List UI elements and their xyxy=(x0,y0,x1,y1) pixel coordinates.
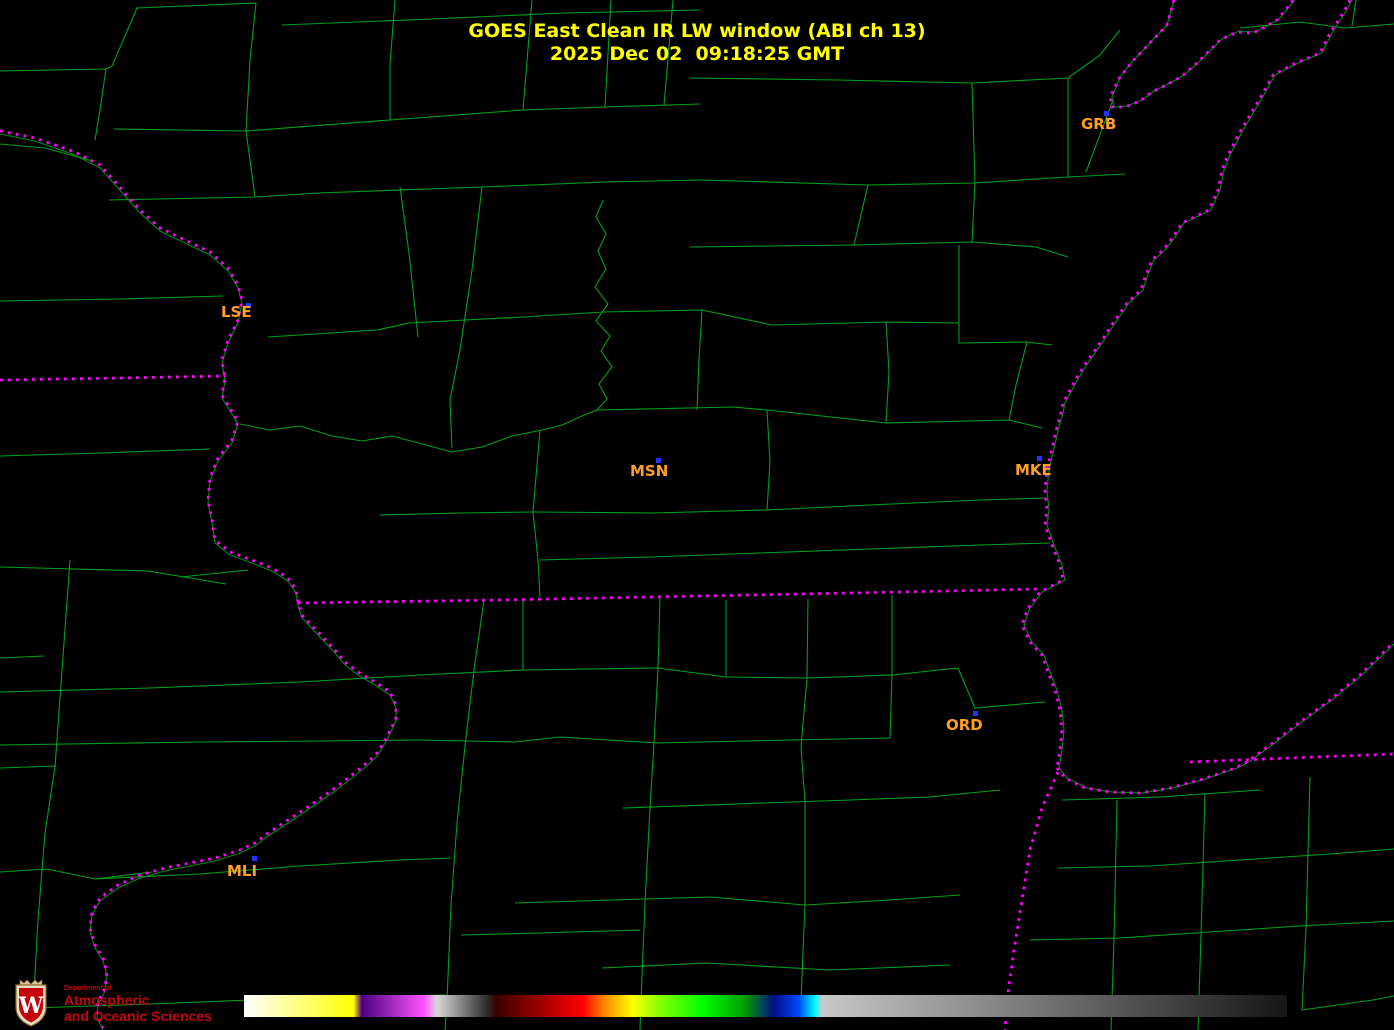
county-boundary-path xyxy=(135,2,257,9)
county-boundary-path xyxy=(1061,789,1261,801)
county-boundary-path xyxy=(596,406,1043,429)
state-border-path xyxy=(1189,752,1394,764)
svg-text:W: W xyxy=(18,993,44,1019)
county-boundary-path xyxy=(0,739,421,746)
county-boundary-path xyxy=(1301,995,1394,1011)
county-boundary-path xyxy=(0,765,57,769)
state-border-path xyxy=(0,374,226,382)
ir-colorbar xyxy=(244,995,1287,1017)
county-boundary-path xyxy=(267,309,1053,346)
county-boundary-path xyxy=(1301,776,1311,1011)
uw-aos-logo: W Department of Atmospheric and Oceanic … xyxy=(6,979,212,1027)
county-boundary-path xyxy=(1008,341,1028,421)
satellite-viewer: { "title": { "line1": "GOES East Clean I… xyxy=(0,0,1394,1030)
county-boundary-path xyxy=(239,199,613,453)
county-boundary-path xyxy=(532,511,541,598)
uw-crest-icon: W xyxy=(15,979,47,1027)
logo-name-line1: Atmospheric xyxy=(64,992,150,1008)
county-boundary-path xyxy=(419,667,931,679)
county-boundary-path xyxy=(539,542,1051,561)
station-label-ORD: ORD xyxy=(946,716,983,734)
county-boundary-path xyxy=(245,103,701,132)
county-boundary-path xyxy=(444,599,485,1030)
logo-text: Department of Atmospheric and Oceanic Sc… xyxy=(64,979,212,1024)
county-boundary-path xyxy=(766,409,771,511)
county-boundary-path xyxy=(0,674,421,693)
county-boundary-path xyxy=(0,143,94,162)
station-label-MLI: MLI xyxy=(227,862,258,880)
county-boundary-path xyxy=(245,130,256,198)
station-label-MKE: MKE xyxy=(1015,461,1052,479)
county-boundary-path xyxy=(800,598,809,1001)
county-boundary-path xyxy=(601,962,951,971)
state-border-lines xyxy=(0,0,1394,1030)
shoreline-lines xyxy=(0,0,1394,1030)
state-border-path xyxy=(1003,771,1060,1030)
county-boundary-path xyxy=(514,894,961,906)
station-dot-MLI xyxy=(252,856,257,861)
county-lines xyxy=(0,0,1394,1030)
county-boundary-path xyxy=(1057,848,1394,869)
county-boundary-path xyxy=(32,559,71,1011)
county-boundary-path xyxy=(0,68,107,72)
county-boundary-path xyxy=(853,184,869,246)
county-boundary-path xyxy=(108,173,1126,201)
logo-dept-label: Department of xyxy=(64,985,112,992)
county-boundary-path xyxy=(971,82,976,243)
state-border-path xyxy=(297,587,1038,605)
county-boundary-path xyxy=(889,595,893,739)
station-label-MSN: MSN xyxy=(630,462,669,480)
county-boundary-path xyxy=(885,321,890,424)
title-block: GOES East Clean IR LW window (ABI ch 13)… xyxy=(0,20,1394,66)
county-boundary-path xyxy=(0,448,211,457)
county-boundary-path xyxy=(622,789,1001,809)
logo-name-line2: and Oceanic Sciences xyxy=(64,1008,212,1024)
county-boundary-path xyxy=(696,309,703,411)
shoreline-path xyxy=(0,133,397,1030)
county-boundary-path xyxy=(379,497,1047,516)
map-timestamp: 2025 Dec 02 09:18:25 GMT xyxy=(549,43,845,65)
county-boundary-path xyxy=(113,128,247,132)
county-boundary-path xyxy=(399,186,419,338)
weather-map xyxy=(0,0,1394,1030)
county-boundary-path xyxy=(180,569,249,578)
station-label-GRB: GRB xyxy=(1081,115,1117,133)
state-border-path xyxy=(1055,640,1394,795)
state-border-path xyxy=(1020,0,1352,769)
county-boundary-path xyxy=(449,186,483,449)
county-boundary-path xyxy=(460,929,641,936)
county-boundary-path xyxy=(419,736,891,744)
county-boundary-path xyxy=(0,655,45,659)
county-boundary-path xyxy=(532,429,541,513)
station-label-LSE: LSE xyxy=(221,303,252,321)
county-boundary-path xyxy=(929,667,1046,709)
map-title: GOES East Clean IR LW window (ABI ch 13) xyxy=(468,20,926,42)
county-boundary-path xyxy=(689,241,1069,258)
county-boundary-path xyxy=(1029,920,1394,941)
shoreline-path xyxy=(1023,0,1394,794)
county-boundary-path xyxy=(0,295,224,302)
